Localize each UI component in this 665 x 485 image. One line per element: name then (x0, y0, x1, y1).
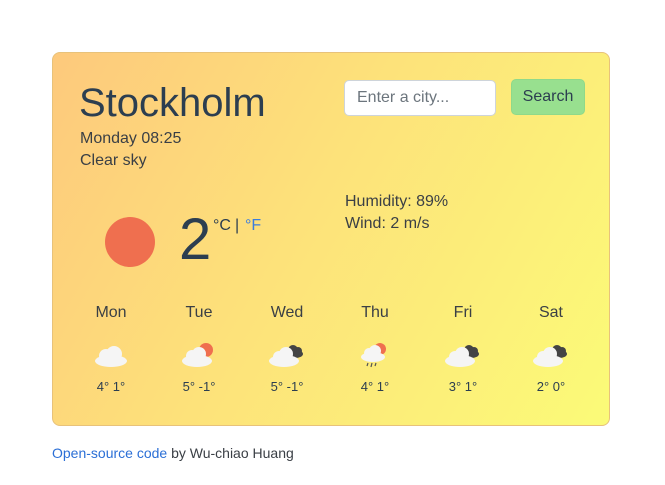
forecast-day-sat: Sat 2° 0° (507, 303, 595, 395)
forecast-temps: 3° 1° (448, 379, 478, 394)
cloud-rain-sun-icon (361, 343, 386, 368)
forecast-temps: 2° 0° (536, 379, 566, 394)
forecast-temps: 4° 1° (360, 379, 390, 394)
forecast-day-fri: Fri 3° 1° (419, 303, 507, 395)
humidity-readout: Humidity: 89% (345, 193, 449, 210)
weather-card: Stockholm Monday 08:25 Clear sky Search … (52, 52, 610, 426)
sun-icon (105, 217, 155, 267)
forecast-temps: 5° -1° (270, 379, 304, 394)
forecast-day-tue: Tue 5° -1° (155, 303, 243, 395)
forecast-day-wed: Wed 5° -1° (243, 303, 331, 395)
cloud-icon (95, 346, 127, 367)
forecast-day-label: Fri (453, 304, 473, 321)
forecast-temps: 4° 1° (96, 379, 126, 394)
forecast-day-label: Sat (538, 304, 563, 321)
forecast-day-label: Mon (95, 304, 127, 321)
forecast-row: Mon 4° 1° Tue 5° -1° Wed 5° -1° Thu 4° 1… (67, 303, 597, 403)
forecast-day-thu: Thu 4° 1° (331, 303, 419, 395)
weather-condition: Clear sky (80, 152, 147, 169)
search-button[interactable]: Search (511, 79, 585, 115)
forecast-day-label: Thu (361, 304, 389, 321)
celsius-unit: °C (213, 217, 231, 234)
wind-readout: Wind: 2 m/s (345, 215, 430, 232)
fahrenheit-toggle[interactable]: °F (245, 216, 261, 236)
author-credit: by Wu-chiao Huang (167, 445, 294, 461)
cloud-dark-cloud-icon (269, 345, 303, 367)
cloud-dark-cloud-icon (533, 345, 567, 367)
city-name: Stockholm (79, 81, 266, 125)
current-temperature: 2 (179, 207, 212, 272)
footer: Open-source code by Wu-chiao Huang (52, 444, 294, 462)
cloud-dark-cloud-icon (445, 345, 479, 367)
cloud-sun-icon (182, 343, 213, 367)
city-search-input[interactable] (344, 80, 496, 116)
forecast-day-mon: Mon 4° 1° (67, 303, 155, 395)
unit-separator: | (235, 217, 240, 234)
forecast-day-label: Tue (185, 304, 213, 321)
forecast-day-label: Wed (270, 304, 304, 321)
source-code-link[interactable]: Open-source code (52, 445, 167, 461)
date-time: Monday 08:25 (80, 130, 182, 147)
forecast-temps: 5° -1° (182, 379, 216, 394)
